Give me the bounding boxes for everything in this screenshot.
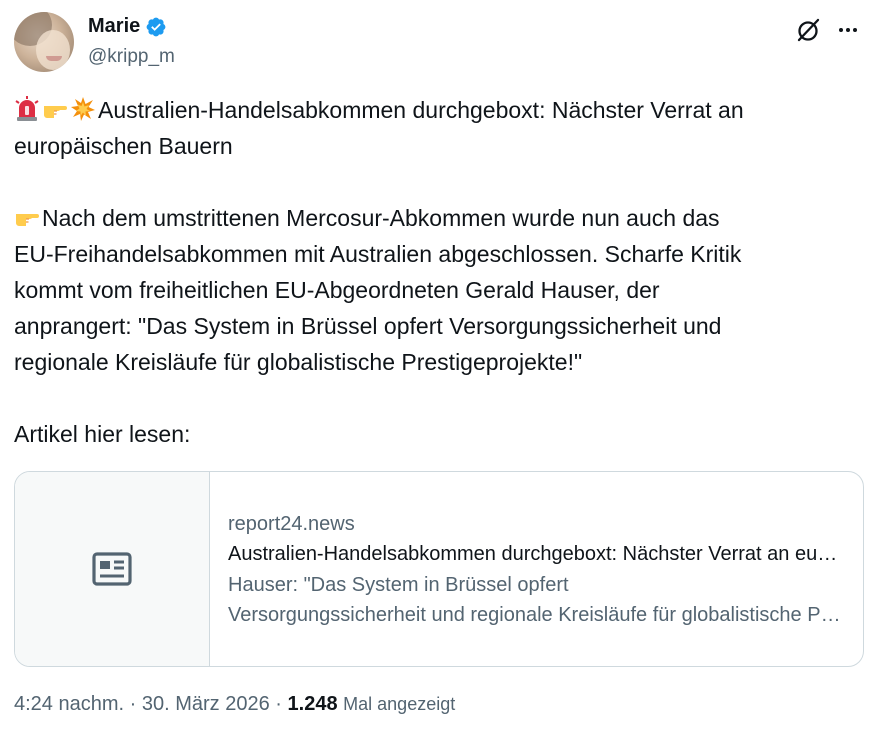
tweet-date[interactable]: 30. März 2026 bbox=[142, 693, 270, 715]
pointing-hand-emoji bbox=[16, 214, 39, 226]
tweet-line-8: Artikel hier lesen: bbox=[14, 421, 191, 447]
link-preview-card[interactable]: report24.news Australien-Handelsabkommen… bbox=[14, 471, 864, 667]
tweet-line-6: anprangert: "Das System in Brüssel opfer… bbox=[14, 313, 722, 339]
siren-emoji bbox=[15, 96, 39, 121]
avatar[interactable] bbox=[14, 12, 74, 72]
tweet-text: Australien-Handelsabkommen durchgeboxt: … bbox=[14, 92, 870, 452]
collision-emoji bbox=[71, 97, 95, 121]
meta-separator: · bbox=[129, 693, 137, 715]
tweet-header: Marie @kripp_m bbox=[14, 12, 868, 74]
author-name-row: Marie bbox=[88, 15, 167, 38]
avatar-mouth bbox=[46, 56, 62, 61]
tweet-line-1: Australien-Handelsabkommen durchgeboxt: … bbox=[98, 97, 744, 123]
card-desc-line-1: Hauser: "Das System in Brüssel opfert bbox=[228, 574, 569, 596]
card-description: Hauser: "Das System in Brüssel opfert Ve… bbox=[228, 570, 842, 630]
author-display-name[interactable]: Marie bbox=[88, 15, 140, 38]
view-count-label: Mal angezeigt bbox=[343, 694, 456, 714]
tweet-time[interactable]: 4:24 nachm. bbox=[14, 693, 124, 715]
more-dot bbox=[853, 28, 857, 32]
tweet-line-5: kommt vom freiheitlichen EU-Abgeordneten… bbox=[14, 277, 660, 303]
pointing-hand-emoji bbox=[44, 106, 67, 118]
card-desc-line-2: Versorgungssicherheit und regionale Krei… bbox=[228, 604, 842, 626]
card-body: report24.news Australien-Handelsabkommen… bbox=[210, 472, 863, 666]
tweet-line-2: europäischen Bauern bbox=[14, 133, 233, 159]
tweet-line-7: regionale Kreisläufe für globalistische … bbox=[14, 349, 583, 375]
grok-icon[interactable] bbox=[794, 16, 822, 44]
tweet-line: Australien-Handelsabkommen durchgeboxt: … bbox=[14, 92, 870, 128]
avatar-face bbox=[36, 30, 70, 70]
card-media bbox=[15, 472, 210, 666]
card-title[interactable]: Australien-Handelsabkommen durchgeboxt: … bbox=[228, 538, 842, 570]
view-count[interactable]: 1.248 bbox=[288, 693, 338, 715]
author-handle[interactable]: @kripp_m bbox=[88, 46, 175, 68]
article-icon bbox=[92, 552, 132, 586]
more-options-icon[interactable] bbox=[834, 16, 862, 44]
tweet-line: Nach dem umstrittenen Mercosur-Abkommen … bbox=[14, 200, 870, 236]
meta-separator: · bbox=[275, 693, 282, 715]
verified-badge-icon[interactable] bbox=[145, 16, 167, 38]
tweet-line-4: EU-Freihandelsabkommen mit Australien ab… bbox=[14, 241, 742, 267]
tweet-meta: 4:24 nachm. · 30. März 2026 · 1.248 Mal … bbox=[14, 693, 455, 716]
tweet-line-3: Nach dem umstrittenen Mercosur-Abkommen … bbox=[42, 205, 720, 231]
card-domain: report24.news bbox=[228, 513, 355, 535]
more-dot bbox=[846, 28, 850, 32]
more-dot bbox=[839, 28, 843, 32]
